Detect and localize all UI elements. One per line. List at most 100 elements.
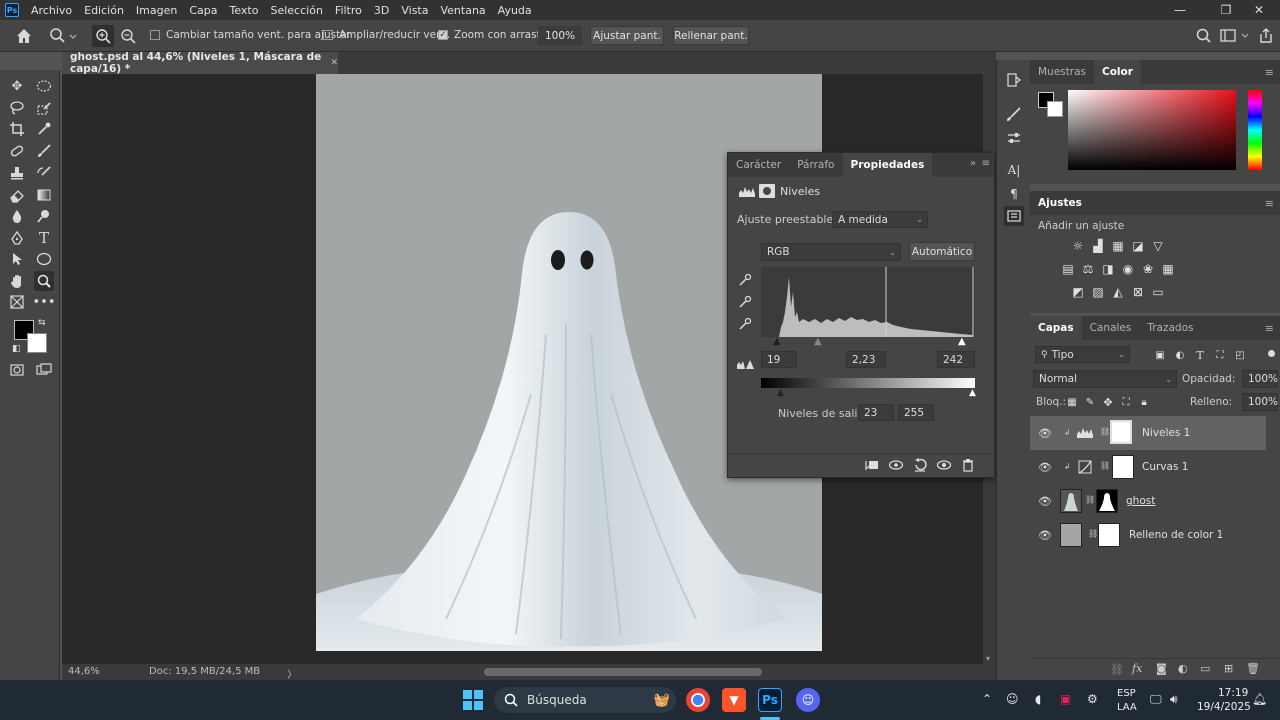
menu-filtro[interactable]: Filtro [329,4,368,17]
zoom-level[interactable]: 44,6% [68,666,100,677]
zoom-tool-preset-icon[interactable] [48,26,78,46]
resize-windows-checkbox[interactable]: Cambiar tamaño vent. para ajustar [150,29,351,41]
menu-edicion[interactable]: Edición [78,4,130,17]
layer-mask-thumbnail[interactable] [1098,523,1120,547]
tray-red-app-icon[interactable]: ▣ [1060,692,1071,706]
notifications-icon[interactable]: 🔔︎ [1252,692,1267,706]
lock-all-icon[interactable]: 🔒︎ [1136,394,1152,410]
color-field[interactable] [1068,90,1236,170]
fill-field[interactable]: 100% [1242,393,1278,411]
background-color-swatch[interactable] [1047,101,1063,117]
menu-seleccion[interactable]: Selección [264,4,328,17]
white-point-eyedropper-icon[interactable] [738,317,752,331]
gradient-tool-icon[interactable] [34,185,54,205]
black-point-eyedropper-icon[interactable] [738,273,752,287]
selective-color-icon[interactable]: ⊠ [1130,284,1146,300]
link-icon[interactable]: ⛓ [1100,461,1110,470]
pen-tool-icon[interactable] [7,228,27,248]
tab-trazados[interactable]: Trazados [1139,316,1201,340]
layer-row[interactable]: 👁︎ ↲ ⛓ Curvas 1 [1030,450,1266,484]
steam-icon[interactable]: ⚙ [1087,692,1098,706]
zoom-all-checkbox[interactable]: Ampliar/reducir vent. [323,29,450,41]
layer-thumbnail[interactable] [1060,523,1082,547]
menu-ayuda[interactable]: Ayuda [492,4,538,17]
clip-to-layer-icon[interactable] [864,457,880,473]
lock-pixels-icon[interactable]: ✎ [1082,394,1098,410]
zoom-value-field[interactable]: 100% [538,26,582,45]
visibility-eye-icon[interactable]: 👁︎ [1038,495,1052,508]
network-icon[interactable]: 🖵︎ [1150,692,1162,707]
output-black-slider[interactable]: ▲ [777,388,784,398]
eraser-tool-icon[interactable] [7,185,27,205]
marquee-tool-icon[interactable] [34,76,54,96]
screen-mode-icon[interactable] [34,360,54,380]
vibrance-icon[interactable]: ▽ [1150,238,1166,254]
menu-capa[interactable]: Capa [183,4,223,17]
checkbox-empty[interactable] [323,30,333,40]
chrome-icon[interactable] [686,688,710,712]
zoom-out-icon[interactable] [117,25,139,47]
more-tools-icon[interactable]: ••• [33,292,56,312]
paragraph-panel-icon[interactable]: ¶ [1004,184,1024,204]
healing-brush-tool-icon[interactable] [7,141,27,161]
swap-colors-icon[interactable]: ⇆ [38,318,46,328]
scroll-down-arrow-icon[interactable]: ▾ [986,654,990,663]
menu-imagen[interactable]: Imagen [130,4,183,17]
preset-dropdown[interactable]: A medida ⌄ [832,211,928,228]
eyedropper-tool-icon[interactable] [34,119,54,139]
filter-adjustment-icon[interactable]: ◐ [1172,347,1188,363]
layer-mask-icon[interactable] [759,184,775,198]
layer-row[interactable]: 👁︎ ⛓ Relleno de color 1 [1030,518,1266,552]
panel-menu-icon[interactable]: ≡ [1265,322,1274,335]
filter-type-icon[interactable]: T [1192,347,1208,363]
layer-row[interactable]: 👁︎ ⛓ ghost [1030,484,1266,518]
add-mask-icon[interactable]: ◙ [1156,662,1167,675]
filter-toggle-icon[interactable] [1268,350,1275,357]
input-white-field[interactable]: 242 [937,351,975,368]
stamp-tool-icon[interactable] [7,163,27,183]
opacity-field[interactable]: 100% [1242,370,1278,388]
path-selection-tool-icon[interactable] [7,249,27,269]
filter-shape-icon[interactable]: ⛶ [1212,347,1228,363]
blend-mode-dropdown[interactable]: Normal ⌄ [1033,370,1177,388]
quick-mask-icon[interactable] [7,360,27,380]
restore-button[interactable]: ❐ [1210,0,1242,20]
search-icon[interactable] [1194,26,1214,46]
show-hidden-icons-icon[interactable]: ⌃ [982,692,992,706]
input-black-field[interactable]: 19 [761,351,797,368]
type-tool-icon[interactable]: T [34,228,54,248]
invert-icon[interactable]: ◩ [1070,284,1086,300]
lock-transparent-icon[interactable]: ▦ [1064,394,1080,410]
workspace-icon[interactable] [1218,26,1252,46]
output-black-field[interactable]: 23 [858,404,894,421]
menu-vista[interactable]: Vista [395,4,434,17]
curves-icon[interactable]: ▦ [1110,238,1126,254]
panel-menu-icon[interactable]: ≡ [1265,197,1274,210]
status-menu-arrow-icon[interactable]: 〉 [287,666,297,681]
discord-icon[interactable]: ☺ [796,688,820,712]
panel-menu-icon[interactable]: ≡ [982,158,990,169]
menu-3d[interactable]: 3D [368,4,395,17]
brightness-icon[interactable]: ☼ [1070,238,1086,254]
black-white-icon[interactable]: ◨ [1100,261,1116,277]
checkbox-empty[interactable] [150,30,160,40]
document-tab[interactable]: ghost.psd al 44,6% (Niveles 1, Máscara d… [62,51,338,75]
layer-mask-thumbnail[interactable] [1096,489,1118,513]
fx-icon[interactable]: fx [1132,662,1142,675]
layer-mask-thumbnail[interactable] [1112,455,1134,479]
default-colors-icon[interactable]: ◧ [12,344,21,354]
visibility-eye-icon[interactable]: 👁︎ [1038,427,1052,440]
brave-icon[interactable]: ▼ [722,688,746,712]
tab-color[interactable]: Color [1093,60,1141,84]
layer-row[interactable]: 👁︎ ↲ ⛓ Niveles 1 [1030,416,1266,450]
link-icon[interactable]: ⛓ [1088,529,1098,538]
new-group-icon[interactable]: ▭ [1200,662,1210,675]
gray-point-eyedropper-icon[interactable] [738,295,752,309]
posterize-icon[interactable]: ▨ [1090,284,1106,300]
tab-muestras[interactable]: Muestras [1030,60,1094,84]
hue-saturation-icon[interactable]: ▤ [1060,261,1076,277]
menu-texto[interactable]: Texto [224,4,265,17]
visibility-eye-icon[interactable] [936,457,952,473]
layer-thumbnail[interactable] [1060,489,1082,513]
zoom-tool-icon[interactable] [34,271,54,291]
